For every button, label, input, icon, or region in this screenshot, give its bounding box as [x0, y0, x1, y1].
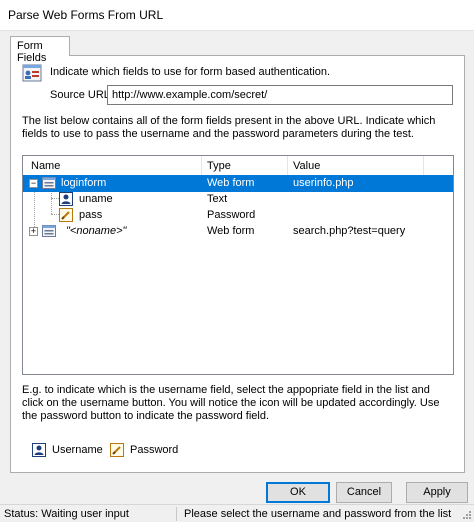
collapse-toggle[interactable]: −: [29, 179, 38, 188]
list-header: Name Type Value: [23, 156, 453, 176]
column-header-value[interactable]: Value: [293, 160, 320, 172]
table-row[interactable]: + "<noname>" Web form search.php?test=qu…: [23, 223, 453, 240]
row-name: loginform: [61, 177, 107, 189]
password-icon: [110, 443, 124, 457]
form-icon: [22, 64, 42, 82]
column-header-type[interactable]: Type: [207, 160, 231, 172]
username-button[interactable]: Username: [32, 442, 103, 458]
password-button[interactable]: Password: [110, 442, 178, 458]
row-name: uname: [79, 193, 113, 205]
title-bar: Parse Web Forms From URL: [0, 0, 474, 30]
status-text: Status: Waiting user input: [4, 508, 129, 520]
row-type: Web form: [207, 177, 255, 189]
table-row[interactable]: uname Text: [23, 191, 453, 208]
source-url-label: Source URL:: [50, 89, 113, 101]
table-row[interactable]: pass Password: [23, 207, 453, 224]
row-type: Text: [207, 193, 228, 205]
window-title: Parse Web Forms From URL: [8, 8, 164, 22]
resize-grip-icon[interactable]: [462, 510, 472, 520]
row-name: pass: [79, 209, 103, 221]
source-url-input[interactable]: [107, 85, 453, 105]
status-hint: Please select the username and password …: [184, 508, 452, 520]
username-icon: [59, 192, 73, 206]
password-icon: [59, 208, 73, 222]
password-button-label: Password: [130, 444, 179, 456]
ok-button[interactable]: OK: [266, 482, 330, 503]
username-button-label: Username: [52, 444, 103, 456]
status-divider: [176, 507, 177, 521]
form-fields-list[interactable]: Name Type Value − loginform Web form use…: [22, 155, 454, 375]
username-icon: [32, 443, 46, 457]
tab-form-fields[interactable]: Form Fields: [10, 36, 70, 64]
row-name: "<noname>": [66, 225, 127, 237]
row-value: userinfo.php: [293, 177, 354, 189]
row-type: Web form: [207, 225, 255, 237]
form-icon: [42, 225, 56, 237]
column-header-name[interactable]: Name: [31, 160, 60, 172]
header-text: Indicate which fields to use for form ba…: [50, 66, 331, 78]
table-row[interactable]: − loginform Web form userinfo.php: [23, 175, 453, 192]
tab-label: Form Fields: [17, 40, 47, 64]
cancel-button[interactable]: Cancel: [336, 482, 392, 503]
row-type: Password: [207, 209, 256, 221]
apply-button[interactable]: Apply: [406, 482, 468, 503]
description-text: The list below contains all of the form …: [22, 115, 436, 140]
status-bar: Status: Waiting user input Please select…: [0, 504, 474, 522]
help-text: E.g. to indicate which is the username f…: [22, 384, 440, 422]
row-value: search.php?test=query: [293, 225, 406, 237]
expand-toggle[interactable]: +: [29, 227, 38, 236]
form-icon: [42, 177, 56, 189]
